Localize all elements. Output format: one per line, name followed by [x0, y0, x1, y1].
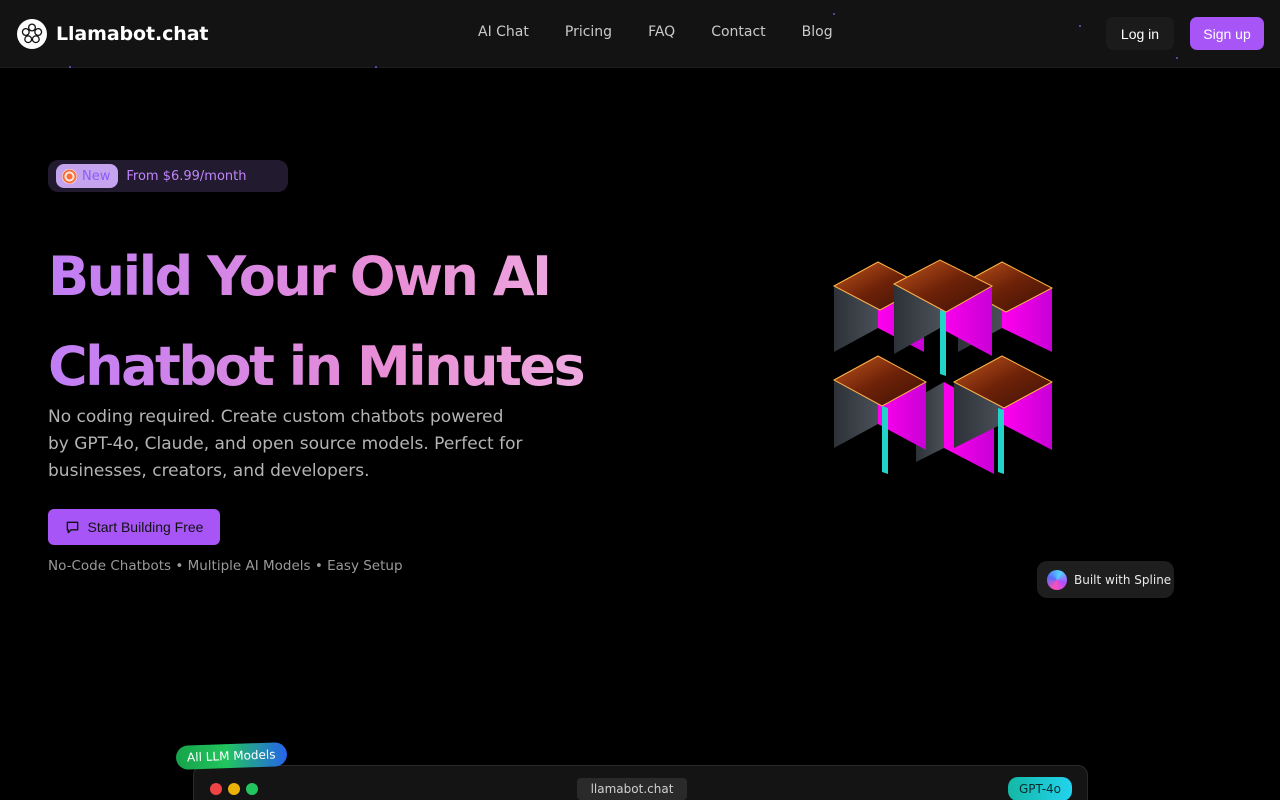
built-with-spline-badge[interactable]: Built with Spline	[1037, 561, 1174, 598]
main-nav-links: AI Chat Pricing FAQ Contact Blog	[478, 24, 869, 40]
hero-description: No coding required. Create custom chatbo…	[48, 407, 523, 481]
chat-bubble-icon	[66, 521, 78, 533]
brand-home-link[interactable]: Llamabot.chat	[17, 18, 209, 50]
target-icon	[62, 168, 77, 184]
sparkle-decoration	[833, 13, 835, 15]
model-badge: GPT-4o	[1008, 777, 1072, 800]
nav-link-contact[interactable]: Contact	[711, 24, 765, 40]
all-llm-models-tag: All LLM Models	[175, 742, 287, 770]
badge-price-text: From $6.99/month	[126, 168, 247, 184]
hero-title: Build Your Own AI Chatbot in Minutes	[48, 232, 668, 412]
preview-url-bar: llamabot.chat	[577, 778, 687, 800]
sparkle-decoration	[375, 66, 377, 68]
start-building-button[interactable]: Start Building Free	[48, 509, 220, 545]
spline-logo-icon	[1047, 569, 1067, 590]
chat-preview-window: llamabot.chat GPT-4o	[193, 765, 1088, 800]
start-building-label: Start Building Free	[87, 519, 204, 535]
cube-cluster-illustration	[832, 259, 1054, 474]
signup-button[interactable]: Sign up	[1190, 17, 1264, 50]
nav-link-pricing[interactable]: Pricing	[565, 24, 612, 40]
nav-link-blog[interactable]: Blog	[802, 24, 833, 40]
cube	[832, 355, 928, 474]
window-maximize-dot	[246, 783, 258, 795]
nav-link-ai-chat[interactable]: AI Chat	[478, 24, 529, 40]
sparkle-decoration	[1079, 25, 1081, 27]
feature-list: No-Code Chatbots • Multiple AI Models • …	[48, 558, 403, 574]
top-nav: Llamabot.chat AI Chat Pricing FAQ Contac…	[0, 0, 1280, 68]
brand-name: Llamabot.chat	[56, 23, 209, 45]
login-button[interactable]: Log in	[1106, 17, 1174, 50]
flower-logo-icon	[17, 19, 47, 49]
new-label: New	[82, 168, 111, 184]
window-minimize-dot	[228, 783, 240, 795]
hero-title-line-1: Build Your Own AI	[48, 245, 550, 308]
window-close-dot	[210, 783, 222, 795]
sparkle-decoration	[69, 66, 71, 68]
pricing-badge[interactable]: New From $6.99/month	[48, 160, 288, 192]
spline-label: Built with Spline	[1074, 572, 1172, 587]
sparkle-decoration	[1176, 57, 1178, 59]
new-pill: New	[56, 164, 119, 188]
hero-title-line-2: Chatbot in Minutes	[48, 335, 584, 398]
nav-link-faq[interactable]: FAQ	[648, 24, 675, 40]
